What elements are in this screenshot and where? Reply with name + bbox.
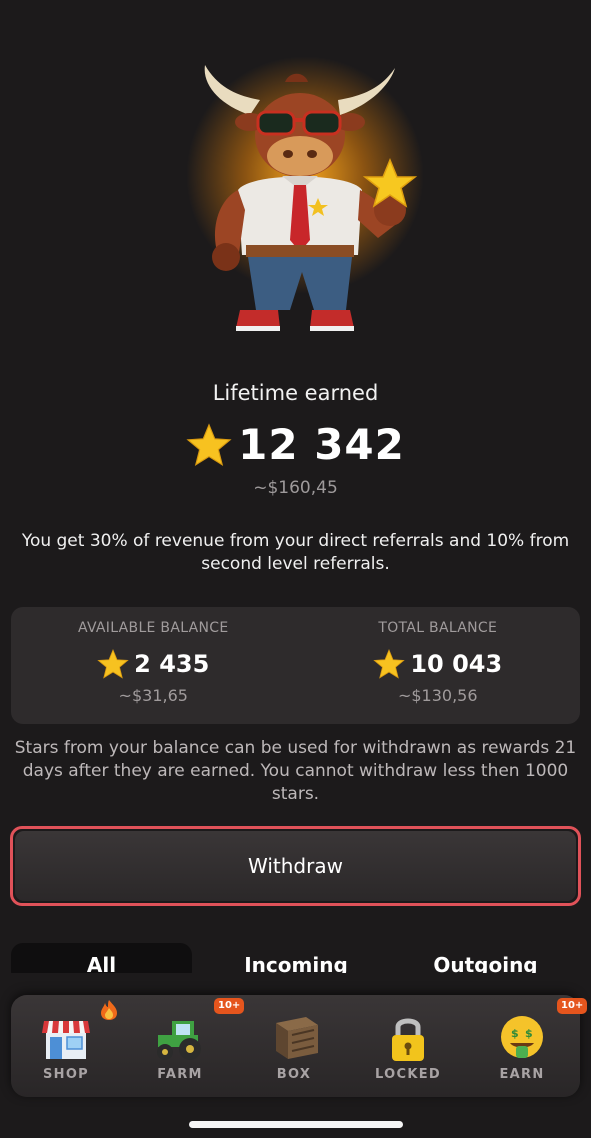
available-balance-value: 2 435 — [134, 650, 210, 678]
fire-badge-icon — [101, 1000, 117, 1020]
shop-icon — [42, 1021, 90, 1059]
referral-info-text: You get 30% of revenue from your direct … — [21, 531, 570, 574]
star-icon — [373, 648, 406, 679]
home-indicator[interactable] — [189, 1121, 403, 1128]
total-balance: TOTAL BALANCE 10 043 ~$130,56 — [296, 607, 581, 724]
withdraw-button[interactable]: Withdraw — [15, 831, 576, 901]
crate-icon — [276, 1017, 318, 1059]
transaction-tabs: All Incoming Outgoing — [11, 943, 580, 973]
bottom-navigation: SHOP 10+ FARM BOX LOCKED $ $ 10+ EARN — [11, 995, 588, 1097]
bull-mascot-image — [204, 65, 418, 331]
available-balance-row: 2 435 — [11, 648, 296, 680]
star-icon — [97, 648, 129, 679]
money-face-icon: $ $ — [501, 1016, 543, 1058]
nav-box[interactable]: BOX — [239, 995, 349, 1097]
hero-mascot-area — [0, 0, 591, 360]
available-balance-label: AVAILABLE BALANCE — [77, 620, 229, 636]
tab-all[interactable]: All — [11, 943, 192, 973]
svg-text:$: $ — [511, 1027, 519, 1040]
lifetime-earned-value: 12 342 — [238, 420, 405, 469]
nav-locked-label: LOCKED — [375, 1067, 441, 1082]
total-balance-value: 10 043 — [410, 650, 503, 678]
earn-notification-badge: 10+ — [557, 998, 588, 1014]
tractor-icon — [157, 1021, 201, 1060]
available-balance-usd: ~$31,65 — [118, 686, 188, 705]
withdraw-rules-text: Stars from your balance can be used for … — [14, 738, 577, 804]
tab-incoming[interactable]: Incoming — [201, 943, 391, 973]
nav-farm[interactable]: 10+ FARM — [125, 995, 245, 1097]
available-balance: AVAILABLE BALANCE 2 435 ~$31,65 — [11, 607, 296, 724]
lifetime-earned-label: Lifetime earned — [212, 381, 379, 405]
nav-box-label: BOX — [276, 1067, 312, 1082]
balance-card: AVAILABLE BALANCE 2 435 ~$31,65 TOTAL BA… — [11, 607, 580, 724]
tab-outgoing[interactable]: Outgoing — [391, 943, 580, 973]
svg-text:$: $ — [525, 1027, 533, 1040]
total-balance-label: TOTAL BALANCE — [378, 620, 498, 636]
nav-locked[interactable]: LOCKED — [353, 995, 463, 1097]
star-icon — [186, 422, 232, 466]
total-balance-row: 10 043 — [296, 648, 581, 680]
nav-earn[interactable]: $ $ 10+ EARN — [467, 995, 588, 1097]
nav-shop-label: SHOP — [42, 1067, 90, 1082]
nav-earn-label: EARN — [499, 1067, 545, 1082]
nav-shop[interactable]: SHOP — [11, 995, 121, 1097]
nav-farm-label: FARM — [157, 1067, 203, 1082]
lifetime-earned-usd: ~$160,45 — [253, 478, 338, 498]
lifetime-earned-row: 12 342 — [0, 420, 591, 469]
lock-icon — [392, 1018, 424, 1061]
total-balance-usd: ~$130,56 — [397, 686, 478, 705]
